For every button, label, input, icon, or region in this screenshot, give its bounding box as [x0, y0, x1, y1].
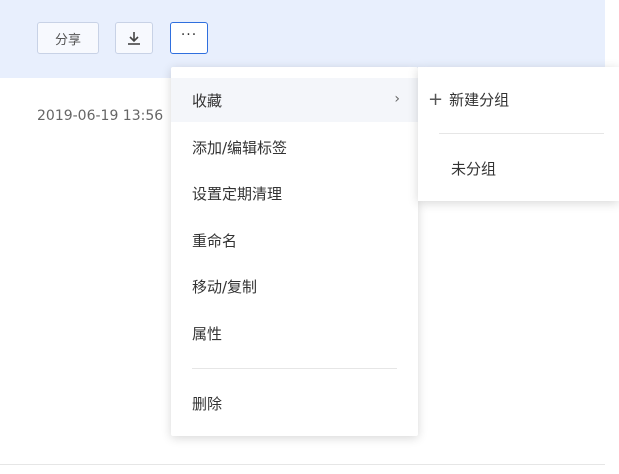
file-timestamp: 2019-06-19 13:56 — [37, 108, 164, 124]
menu-item-label: 属性 — [192, 324, 223, 343]
plus-icon: + — [428, 88, 444, 110]
submenu-divider — [439, 133, 604, 134]
download-icon — [128, 32, 140, 45]
menu-item-edit-tags[interactable]: 添加/编辑标签 — [171, 125, 418, 169]
new-group-label: 新建分组 — [449, 91, 510, 109]
ungrouped-label: 未分组 — [451, 160, 497, 178]
menu-item-label: 重命名 — [192, 231, 238, 250]
menu-item-favorite[interactable]: 收藏 › — [171, 78, 418, 122]
menu-item-label: 收藏 — [192, 91, 223, 110]
menu-item-move-copy[interactable]: 移动/复制 — [171, 264, 418, 308]
menu-item-label: 添加/编辑标签 — [192, 138, 288, 157]
menu-item-label: 删除 — [192, 394, 223, 413]
divider — [0, 464, 605, 465]
share-button[interactable]: 分享 — [37, 22, 99, 54]
menu-item-rename[interactable]: 重命名 — [171, 218, 418, 262]
favorite-submenu: + 新建分组 未分组 — [418, 67, 619, 201]
context-menu: 收藏 › 添加/编辑标签 设置定期清理 重命名 移动/复制 属性 删除 — [171, 67, 418, 436]
more-icon: ··· — [180, 27, 198, 43]
new-group-button[interactable]: + 新建分组 — [428, 89, 509, 110]
menu-item-properties[interactable]: 属性 — [171, 311, 418, 355]
menu-divider — [192, 368, 397, 369]
menu-item-scheduled-cleanup[interactable]: 设置定期清理 — [171, 171, 418, 215]
download-button[interactable] — [115, 22, 153, 54]
share-button-label: 分享 — [54, 32, 81, 48]
menu-item-delete[interactable]: 删除 — [171, 381, 418, 425]
menu-item-label: 设置定期清理 — [192, 184, 283, 203]
menu-item-label: 移动/复制 — [192, 277, 258, 296]
ungrouped-item[interactable]: 未分组 — [451, 158, 496, 179]
more-button[interactable]: ··· — [170, 22, 208, 54]
chevron-right-icon: › — [394, 91, 400, 107]
